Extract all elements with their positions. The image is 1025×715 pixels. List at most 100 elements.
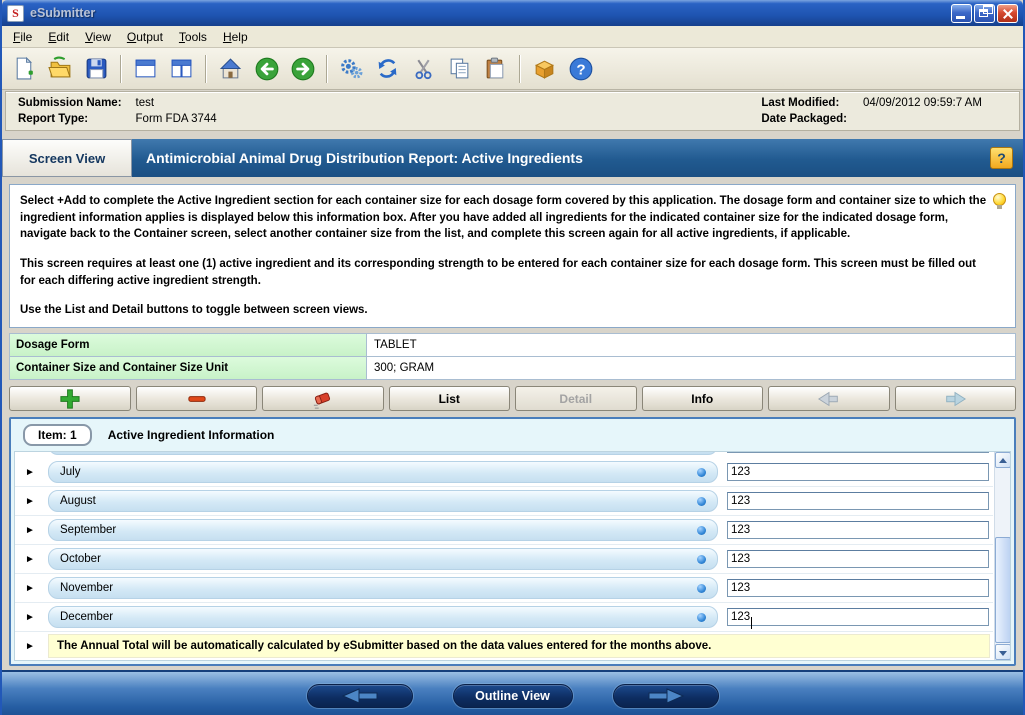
previous-screen-button[interactable] — [307, 684, 413, 708]
nav-arrow-right-icon — [643, 688, 689, 704]
new-file-icon — [12, 56, 37, 81]
context-help-button[interactable]: ? — [990, 147, 1013, 169]
forward-button[interactable] — [286, 52, 319, 85]
row-selector-button[interactable]: ► — [15, 583, 45, 594]
scroll-up-button[interactable] — [995, 452, 1011, 468]
toolbar-separator — [326, 55, 328, 83]
last-modified-value: 04/09/2012 09:59:7 AM — [863, 97, 1003, 109]
save-button[interactable] — [80, 52, 113, 85]
row-selector-button[interactable]: ► — [15, 467, 45, 478]
field-row-container-size: Container Size and Container Size Unit 3… — [10, 357, 1015, 380]
vertical-scrollbar[interactable] — [994, 452, 1010, 660]
scroll-down-button[interactable] — [995, 644, 1011, 660]
month-value-input[interactable] — [727, 452, 989, 453]
toolbar-separator — [120, 55, 122, 83]
july-value-input[interactable] — [727, 463, 989, 481]
package-button[interactable] — [528, 52, 561, 85]
december-value-input[interactable] — [727, 608, 989, 626]
november-value-input[interactable] — [727, 579, 989, 597]
menu-help[interactable]: Help — [216, 28, 255, 46]
last-modified-label: Last Modified: — [761, 97, 847, 109]
back-button[interactable] — [250, 52, 283, 85]
paste-button[interactable] — [479, 52, 512, 85]
menu-file[interactable]: File — [6, 28, 39, 46]
toolbar-separator — [205, 55, 207, 83]
copy-button[interactable] — [443, 52, 476, 85]
delete-button[interactable] — [262, 386, 384, 411]
nav-arrow-left-icon — [337, 688, 383, 704]
open-button[interactable] — [44, 52, 77, 85]
field-row-dosage-form: Dosage Form TABLET — [10, 334, 1015, 357]
copy-icon — [447, 56, 472, 81]
row-selector-button[interactable]: ► — [15, 554, 45, 565]
menu-output[interactable]: Output — [120, 28, 170, 46]
october-value-input[interactable] — [727, 550, 989, 568]
new-file-button[interactable] — [8, 52, 41, 85]
context-fields: Dosage Form TABLET Container Size and Co… — [9, 333, 1016, 380]
connections-button[interactable] — [335, 52, 368, 85]
menu-edit[interactable]: Edit — [41, 28, 76, 46]
submission-name-label: Submission Name: — [18, 97, 122, 109]
lightbulb-icon — [993, 193, 1006, 206]
next-screen-button[interactable] — [613, 684, 719, 708]
info-button[interactable]: Info — [642, 386, 764, 411]
month-label-bar: November — [48, 577, 718, 599]
single-window-button[interactable] — [129, 52, 162, 85]
date-packaged-value — [863, 113, 1003, 125]
item-number-badge: Item: 1 — [23, 424, 92, 446]
add-button[interactable] — [9, 386, 131, 411]
row-selector-button[interactable]: ► — [15, 525, 45, 536]
row-selector-button[interactable]: ► — [15, 496, 45, 507]
detail-button[interactable]: Detail — [515, 386, 637, 411]
close-button[interactable] — [997, 4, 1018, 23]
list-button[interactable]: List — [389, 386, 511, 411]
row-selector-button[interactable]: ► — [15, 612, 45, 623]
remove-button[interactable] — [136, 386, 258, 411]
month-row-july: ► July — [15, 458, 993, 487]
menu-tools[interactable]: Tools — [172, 28, 214, 46]
previous-item-button[interactable] — [768, 386, 890, 411]
home-button[interactable] — [214, 52, 247, 85]
toolbar-separator — [519, 55, 521, 83]
month-label: July — [60, 466, 80, 478]
screen-title: Antimicrobial Animal Drug Distribution R… — [146, 150, 583, 166]
dosage-form-value: TABLET — [367, 334, 1015, 356]
container-size-value: 300; GRAM — [367, 357, 1015, 379]
field-indicator-dot — [697, 497, 706, 506]
refresh-button[interactable] — [371, 52, 404, 85]
esubmitter-window: S eSubmitter File Edit View Output Tools… — [0, 0, 1025, 715]
menu-view[interactable]: View — [78, 28, 118, 46]
outline-view-button[interactable]: Outline View — [453, 684, 573, 708]
minimize-button[interactable] — [951, 4, 972, 23]
month-label: November — [60, 582, 113, 594]
next-item-button[interactable] — [895, 386, 1017, 411]
item-section-title: Active Ingredient Information — [108, 428, 275, 442]
split-window-button[interactable] — [165, 52, 198, 85]
restore-button[interactable] — [974, 4, 995, 23]
field-indicator-dot — [697, 584, 706, 593]
date-packaged-label: Date Packaged: — [761, 113, 847, 125]
refresh-icon — [375, 56, 400, 81]
package-icon — [532, 56, 557, 81]
month-row-september: ► September — [15, 516, 993, 545]
month-label-bar: July — [48, 461, 718, 483]
arrow-right-icon — [943, 391, 967, 407]
field-indicator-dot — [697, 526, 706, 535]
row-selector-button[interactable]: ► — [15, 641, 45, 652]
cut-button[interactable] — [407, 52, 440, 85]
month-label: August — [60, 495, 96, 507]
scrollbar-thumb[interactable] — [995, 537, 1011, 643]
september-value-input[interactable] — [727, 521, 989, 539]
tab-screen-view[interactable]: Screen View — [2, 139, 132, 177]
action-bar: List Detail Info — [9, 386, 1016, 411]
help-button[interactable]: ? — [564, 52, 597, 85]
bottom-navigation-bar: Outline View — [2, 670, 1023, 715]
month-label: December — [60, 611, 113, 623]
paste-icon — [483, 56, 508, 81]
submission-info-panel: Submission Name: test Report Type: Form … — [5, 91, 1020, 131]
august-value-input[interactable] — [727, 492, 989, 510]
single-window-icon — [133, 56, 158, 81]
item-header: Item: 1 Active Ingredient Information — [11, 419, 1014, 451]
menu-bar: File Edit View Output Tools Help — [2, 26, 1023, 48]
open-folder-icon — [48, 56, 73, 81]
